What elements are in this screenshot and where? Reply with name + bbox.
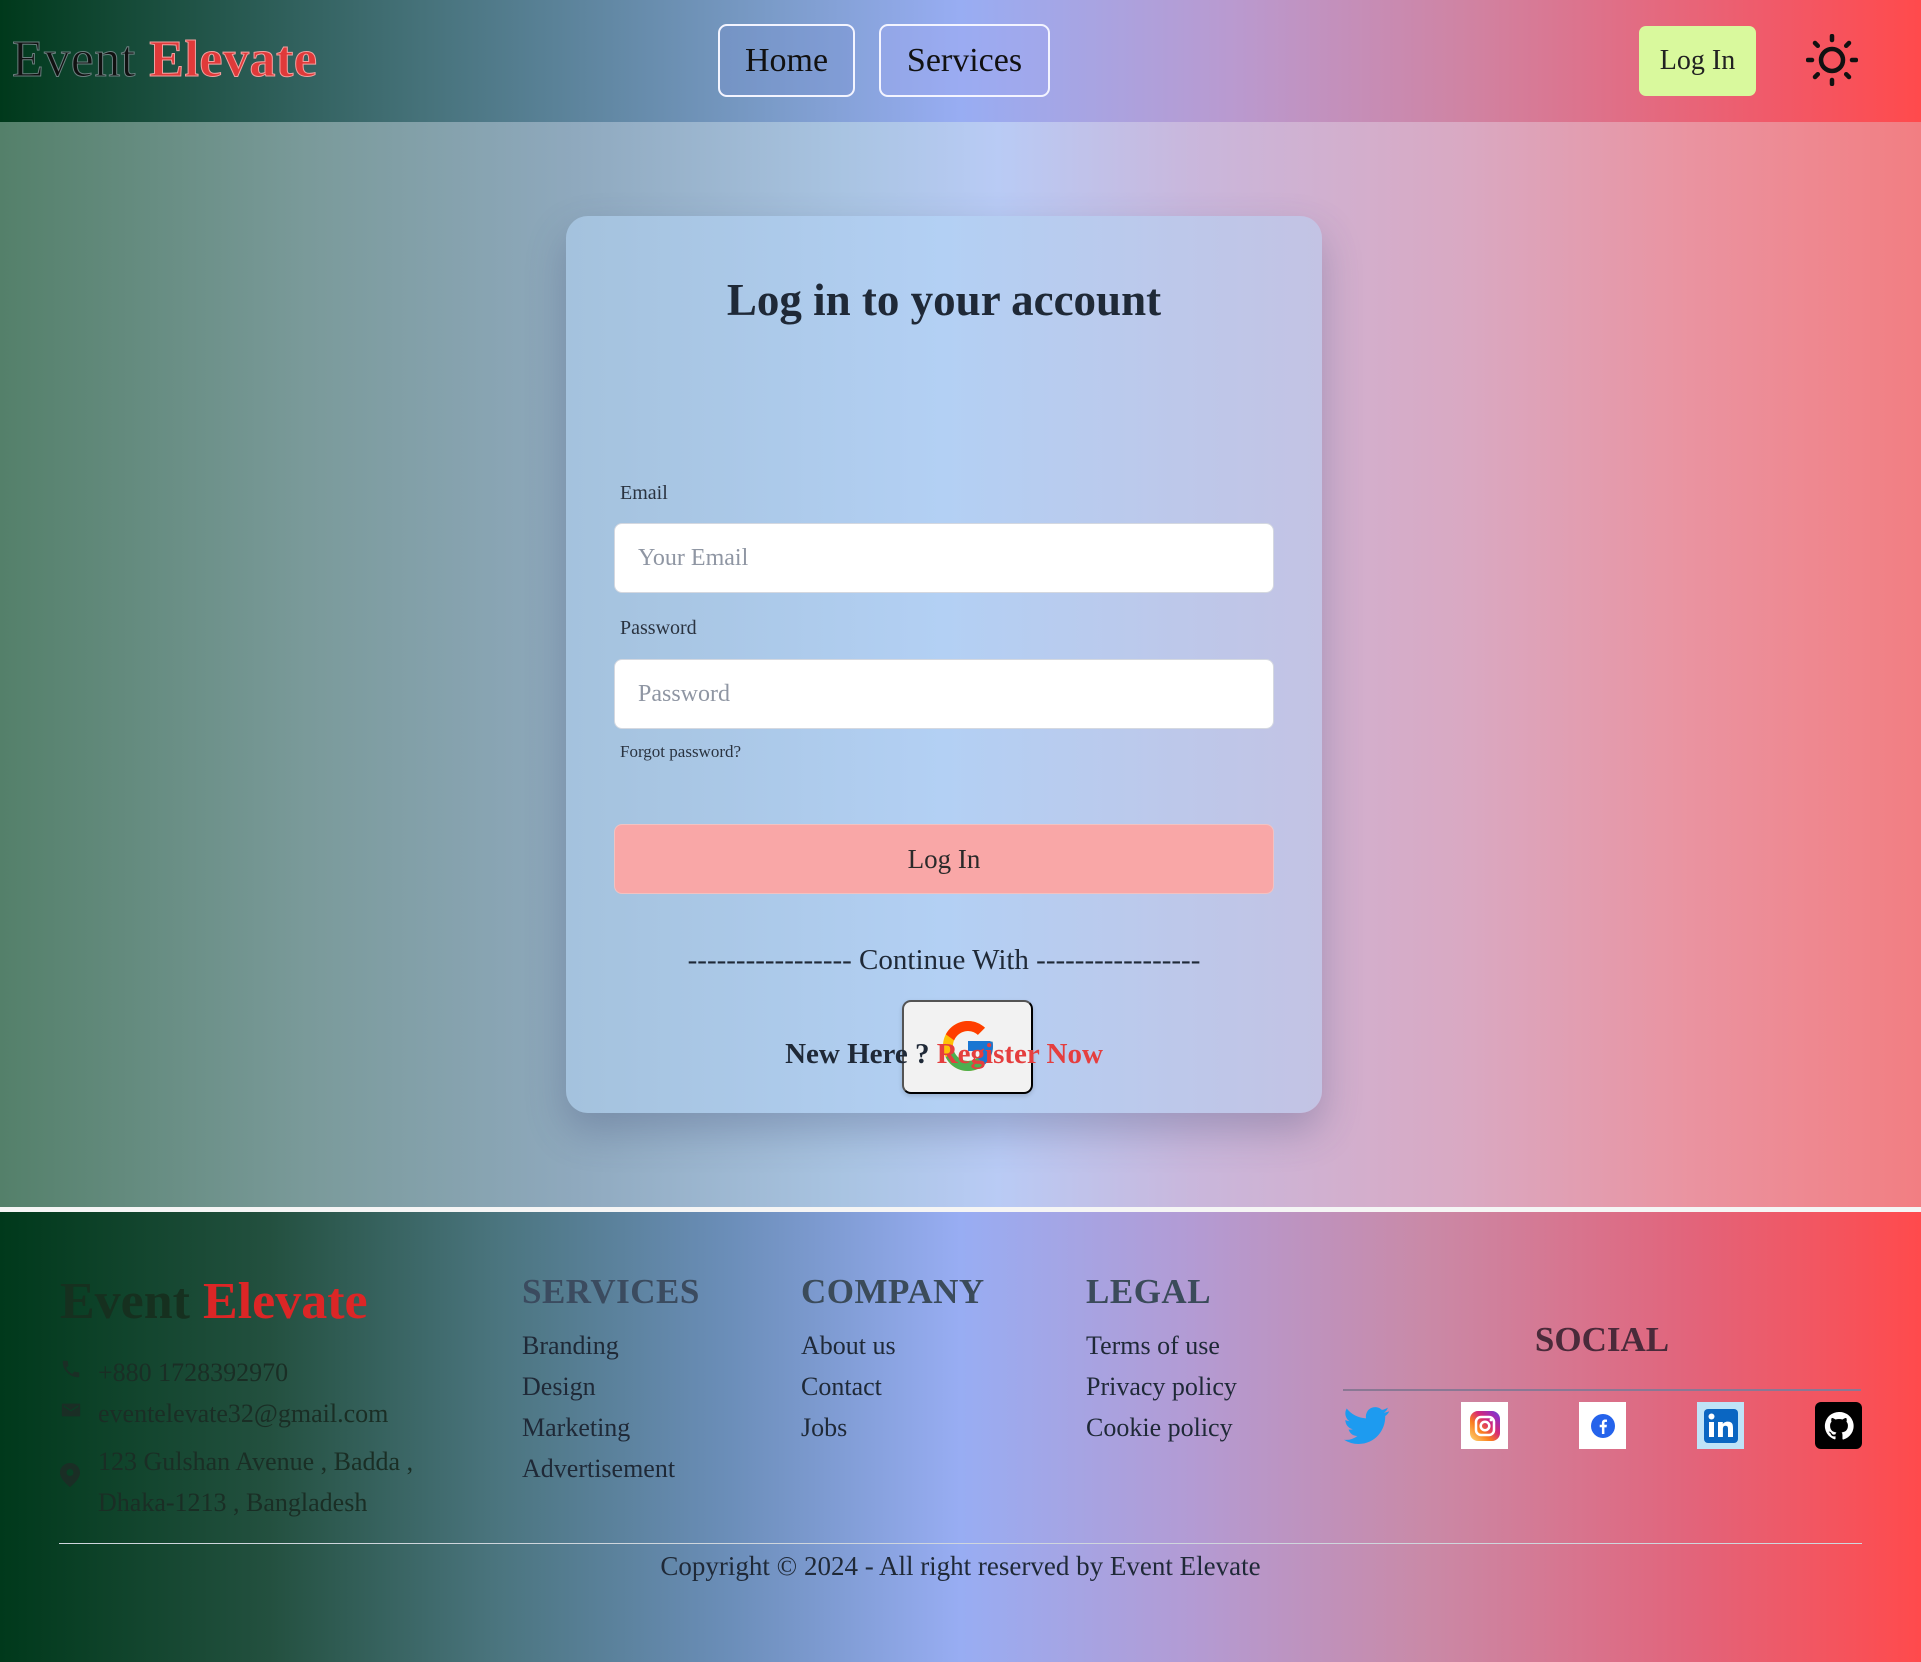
footer-link-privacy[interactable]: Privacy policy: [1086, 1366, 1237, 1407]
footer-link-cookie[interactable]: Cookie policy: [1086, 1407, 1237, 1448]
footer: Event Elevate +880 1728392970 eventeleva…: [0, 1212, 1921, 1662]
mail-icon: [60, 1399, 84, 1421]
email-label: Email: [620, 482, 668, 504]
password-field[interactable]: [614, 659, 1274, 729]
continue-with-divider: ----------------- Continue With --------…: [687, 944, 1201, 976]
password-label: Password: [620, 617, 697, 639]
contact-phone: +880 1728392970: [60, 1358, 288, 1388]
contact-email: eventelevate32@gmail.com: [60, 1399, 388, 1429]
phone-icon: [60, 1358, 84, 1380]
footer-legal-heading: LEGAL: [1086, 1272, 1212, 1311]
email-field[interactable]: [614, 523, 1274, 593]
brand-name-part2: Elevate: [149, 31, 318, 89]
footer-company-column: COMPANY About us Contact Jobs: [801, 1272, 985, 1448]
footer-link-contact[interactable]: Contact: [801, 1366, 985, 1407]
register-link[interactable]: Register Now: [937, 1038, 1103, 1070]
header-login-button[interactable]: Log In: [1639, 26, 1756, 96]
contact-email-text[interactable]: eventelevate32@gmail.com: [98, 1399, 388, 1429]
sun-icon[interactable]: [1805, 33, 1859, 87]
contact-address: 123 Gulshan Avenue , Badda , Dhaka-1213 …: [60, 1441, 438, 1523]
location-pin-icon: [60, 1463, 84, 1487]
social-divider: [1343, 1389, 1861, 1391]
navbar: Event Elevate Home Services Log In: [0, 0, 1921, 122]
footer-link-advertisement[interactable]: Advertisement: [522, 1448, 700, 1489]
github-icon[interactable]: [1815, 1402, 1862, 1449]
login-card: Log in to your account Email Password Fo…: [566, 216, 1322, 1113]
linkedin-icon[interactable]: [1697, 1402, 1744, 1449]
footer-rule: [59, 1543, 1862, 1544]
login-title: Log in to your account: [726, 275, 1162, 325]
contact-address-text: 123 Gulshan Avenue , Badda , Dhaka-1213 …: [98, 1447, 414, 1517]
footer-services-column: SERVICES Branding Design Marketing Adver…: [522, 1272, 700, 1489]
brand-name-part1: Event: [12, 31, 136, 89]
login-submit-button[interactable]: Log In: [614, 824, 1274, 894]
footer-link-marketing[interactable]: Marketing: [522, 1407, 700, 1448]
contact-phone-text: +880 1728392970: [98, 1358, 289, 1387]
footer-services-heading: SERVICES: [522, 1272, 700, 1311]
instagram-icon[interactable]: [1461, 1402, 1508, 1449]
brand-logo[interactable]: Event Elevate: [12, 30, 318, 89]
footer-link-branding[interactable]: Branding: [522, 1325, 700, 1366]
footer-link-about[interactable]: About us: [801, 1325, 985, 1366]
copyright-text: Copyright © 2024 - All right reserved by…: [660, 1551, 1261, 1581]
footer-company-heading: COMPANY: [801, 1272, 985, 1311]
footer-brand-logo: Event Elevate: [60, 1272, 368, 1331]
nav-home-button[interactable]: Home: [718, 24, 855, 97]
facebook-icon[interactable]: [1579, 1402, 1626, 1449]
footer-link-jobs[interactable]: Jobs: [801, 1407, 985, 1448]
footer-legal-column: LEGAL Terms of use Privacy policy Cookie…: [1086, 1272, 1237, 1448]
register-prompt: New Here ? Register Now: [566, 1038, 1322, 1071]
footer-brand-part1: Event: [60, 1273, 190, 1330]
footer-link-design[interactable]: Design: [522, 1366, 700, 1407]
twitter-icon[interactable]: [1343, 1402, 1390, 1449]
footer-link-terms[interactable]: Terms of use: [1086, 1325, 1237, 1366]
forgot-password-link[interactable]: Forgot password?: [620, 742, 741, 762]
footer-brand-part2: Elevate: [203, 1273, 368, 1330]
new-here-text: New Here ?: [785, 1038, 930, 1070]
footer-social-heading: SOCIAL: [1534, 1320, 1670, 1359]
nav-services-button[interactable]: Services: [879, 24, 1050, 97]
main-section: Log in to your account Email Password Fo…: [0, 122, 1921, 1207]
